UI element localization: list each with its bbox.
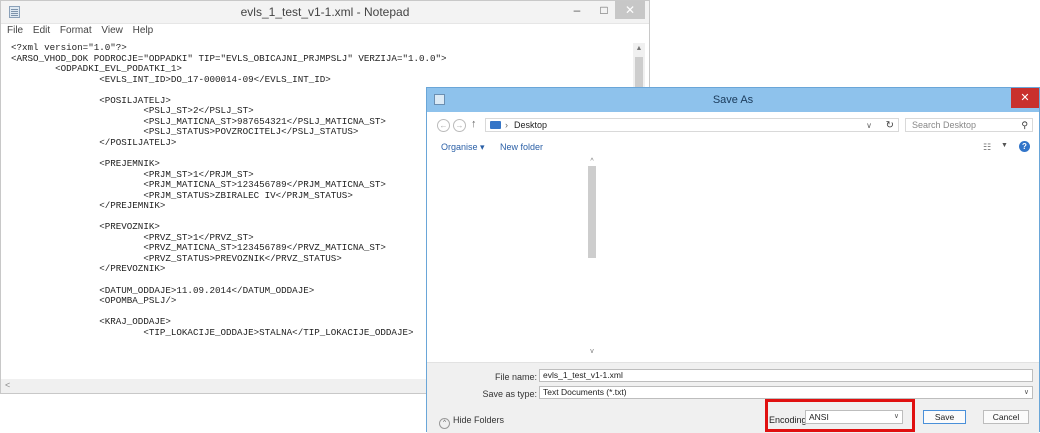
- menu-help[interactable]: Help: [133, 25, 154, 36]
- notepad-title-bar[interactable]: evls_1_test_v1-1.xml - Notepad – □ ✕: [1, 1, 649, 24]
- forward-icon[interactable]: →: [453, 119, 466, 132]
- new-folder-button[interactable]: New folder: [500, 142, 543, 152]
- cancel-button[interactable]: Cancel: [983, 410, 1029, 424]
- close-button[interactable]: ✕: [615, 1, 645, 19]
- text-line[interactable]: <EVLS_INT_ID>DO_17-000014-09</EVLS_INT_I…: [11, 74, 633, 86]
- file-name-label: File name:: [494, 372, 537, 382]
- encoding-highlight-box: [765, 399, 915, 432]
- dialog-title-bar[interactable]: Save As ✕: [427, 88, 1039, 112]
- save-button[interactable]: Save: [923, 410, 966, 424]
- arrow-up-icon[interactable]: ▲: [635, 45, 643, 53]
- minimize-button[interactable]: –: [564, 1, 590, 19]
- chevron-down-icon[interactable]: ∨: [1024, 387, 1029, 398]
- organise-button[interactable]: Organise ▾: [441, 142, 485, 153]
- notepad-menu-bar: File Edit Format View Help: [1, 24, 649, 38]
- navigation-scroll-thumb[interactable]: [588, 166, 596, 258]
- chevron-right-icon[interactable]: ›: [505, 119, 508, 132]
- save-as-dialog: Save As ✕ ← → ↑ › Desktop ∨ ↻ Search Des…: [426, 87, 1040, 433]
- notepad-title: evls_1_test_v1-1.xml - Notepad: [240, 5, 410, 19]
- dialog-bottom-panel: File name: evls_1_test_v1-1.xml Save as …: [427, 362, 1039, 433]
- file-list[interactable]: [601, 158, 1037, 362]
- up-arrow-icon[interactable]: ↑: [471, 118, 477, 130]
- view-options-icon[interactable]: ☷: [983, 142, 991, 153]
- save-as-type-label: Save as type:: [482, 389, 537, 399]
- menu-edit[interactable]: Edit: [33, 25, 50, 36]
- dialog-close-button[interactable]: ✕: [1011, 88, 1039, 108]
- menu-view[interactable]: View: [101, 25, 123, 36]
- arrow-down-icon[interactable]: v: [588, 348, 596, 356]
- address-row: ← → ↑ › Desktop ∨ ↻ Search Desktop ⚲: [427, 114, 1039, 136]
- hide-folders-label: Hide Folders: [453, 415, 505, 425]
- refresh-icon[interactable]: ↻: [886, 119, 894, 132]
- maximize-button[interactable]: □: [591, 1, 617, 19]
- save-as-type-select[interactable]: Text Documents (*.txt) ∨: [539, 386, 1033, 399]
- chevron-up-icon: ^: [439, 418, 450, 429]
- navigation-scrollbar[interactable]: ^ v: [587, 158, 597, 358]
- chevron-down-icon[interactable]: ∨: [866, 119, 872, 132]
- folder-icon: [490, 121, 501, 129]
- hide-folders-button[interactable]: ^ Hide Folders: [439, 415, 504, 429]
- help-icon[interactable]: ?: [1019, 141, 1030, 152]
- address-location[interactable]: Desktop: [514, 120, 547, 130]
- search-icon[interactable]: ⚲: [1021, 119, 1028, 132]
- arrow-up-icon[interactable]: ^: [588, 158, 596, 166]
- save-as-type-value: Text Documents (*.txt): [543, 387, 627, 397]
- address-bar[interactable]: › Desktop ∨ ↻: [485, 118, 899, 132]
- menu-file[interactable]: File: [7, 25, 23, 36]
- file-name-input[interactable]: evls_1_test_v1-1.xml: [539, 369, 1033, 382]
- text-line[interactable]: <?xml version="1.0"?>: [11, 43, 633, 54]
- back-icon[interactable]: ←: [437, 119, 450, 132]
- arrow-left-icon[interactable]: <: [5, 380, 10, 390]
- search-placeholder: Search Desktop: [912, 120, 977, 130]
- search-input[interactable]: Search Desktop ⚲: [905, 118, 1033, 132]
- navigation-pane[interactable]: ^ v: [427, 158, 599, 362]
- view-dropdown-icon[interactable]: ▼: [1001, 142, 1008, 149]
- dialog-title: Save As: [712, 94, 754, 106]
- menu-format[interactable]: Format: [60, 25, 92, 36]
- dialog-toolbar: Organise ▾ New folder ☷ ▼ ?: [427, 136, 1039, 158]
